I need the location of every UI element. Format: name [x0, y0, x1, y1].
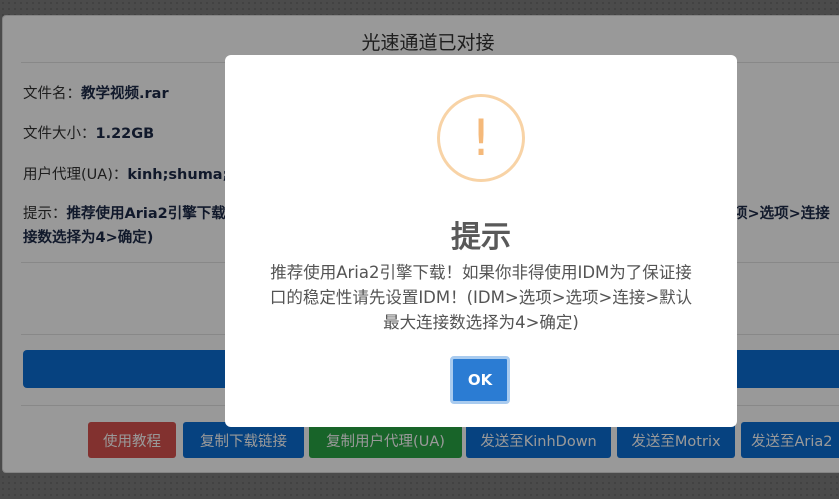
exclamation-icon: !	[437, 94, 525, 182]
dialog-title: 提示	[451, 220, 511, 255]
dialog-message: 推荐使用Aria2引擎下载！如果你非得使用IDM为了保证接口的稳定性请先设置ID…	[269, 263, 693, 332]
alert-dialog: ! 提示 推荐使用Aria2引擎下载！如果你非得使用IDM为了保证接口的稳定性请…	[225, 55, 737, 427]
ok-button[interactable]: OK	[450, 356, 510, 404]
